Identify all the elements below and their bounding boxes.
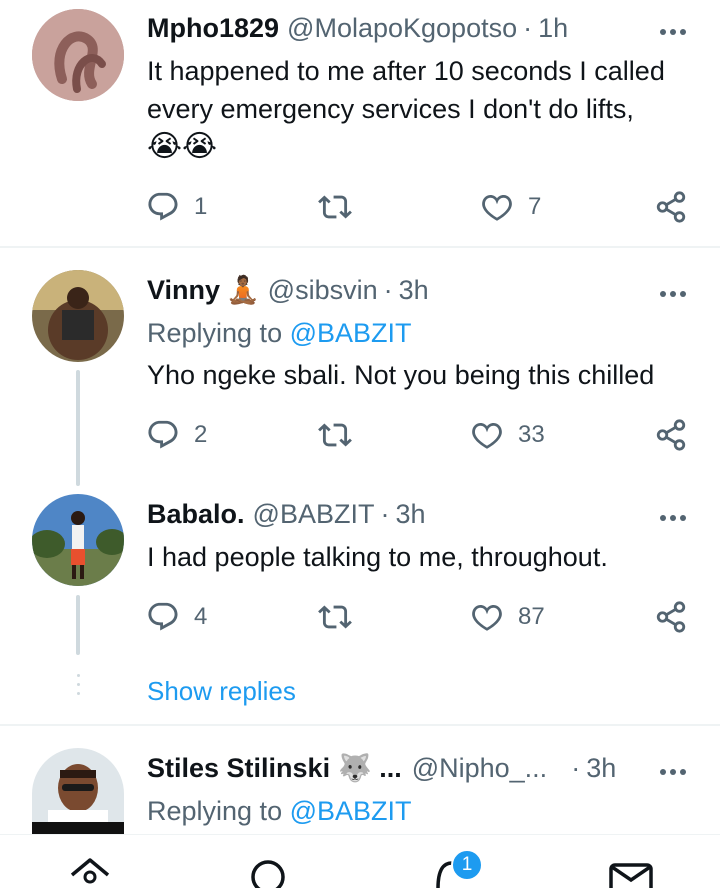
tweet-body: It happened to me after 10 seconds I cal… [147,56,665,124]
separator-dot: · [380,498,390,529]
reply-icon [148,420,178,449]
tweet-body: I had people talking to me, throughout. [147,542,608,572]
reply-icon [148,192,178,221]
notifications-badge: 1 [451,849,483,881]
tweet-text: Yho ngeke sbali. Not you being this chil… [147,356,690,394]
separator-dot: · [383,274,393,305]
like-button[interactable]: 87 [470,597,545,637]
heart-icon [482,194,512,221]
avatar[interactable] [32,494,124,586]
timestamp[interactable]: 3h [395,499,425,530]
tweet-actions: 4 87 [0,597,720,637]
mail-icon[interactable] [608,857,654,888]
timestamp[interactable]: 1h [538,13,568,44]
tweet-header: Babalo. @BABZIT · 3h [147,497,690,531]
retweet-icon [318,605,352,629]
tweet-text: I had people talking to me, throughout. [147,538,690,576]
retweet-button[interactable] [318,415,366,455]
user-handle[interactable]: @BABZIT [253,499,375,530]
like-count: 33 [518,421,545,448]
display-name[interactable]: Vinny [147,275,220,306]
retweet-button[interactable] [318,597,366,637]
display-name[interactable]: Mpho1829 [147,13,279,44]
tweet-actions: 2 33 [0,415,720,455]
home-icon[interactable] [68,857,112,888]
bottom-navigation [0,834,720,888]
reply-count: 2 [194,421,208,448]
replying-to-mention[interactable]: @BABZIT [290,796,412,826]
more-icon[interactable] [656,22,686,40]
avatar[interactable] [32,748,124,834]
retweet-icon [318,195,352,219]
tweet-actions: 1 7 [0,187,720,227]
replying-to-label: Replying to [147,796,283,826]
replying-to-label: Replying to [147,318,283,348]
display-name[interactable]: Stiles Stilinski [147,753,330,784]
retweet-button[interactable] [318,187,366,227]
share-icon [656,191,686,223]
share-icon [656,601,686,633]
heart-icon [472,604,502,631]
reply-button[interactable]: 1 [146,187,207,227]
share-button[interactable] [654,415,688,455]
replying-to: Replying to @BABZIT [147,318,412,349]
share-icon [656,419,686,451]
more-icon[interactable] [656,508,686,526]
thread-continuation-dots [77,674,80,701]
name-emoji: 🐺 ... [338,753,402,783]
avatar[interactable] [32,9,124,101]
separator-dot: · [523,12,533,43]
avatar[interactable] [32,270,124,362]
replying-to-mention[interactable]: @BABZIT [290,318,412,348]
tweet-header: Stiles Stilinski 🐺 ... @Nipho_... · 3h [147,751,690,785]
heart-icon [472,422,502,449]
like-button[interactable]: 33 [470,415,545,455]
separator-dot: · [571,752,581,783]
divider [0,246,720,248]
like-count: 7 [528,193,542,220]
more-icon[interactable] [656,762,686,780]
timestamp[interactable]: 3h [586,753,616,784]
tweet-body: Yho ngeke sbali. Not you being this chil… [147,360,655,390]
display-name[interactable]: Babalo. [147,499,245,530]
tweet-emojis: 😭😭 [147,130,218,163]
tweet-header: Vinny 🧘🏾 @sibsvin · 3h [147,273,690,307]
user-handle[interactable]: @MolapoKgopotso [287,13,517,44]
share-button[interactable] [654,597,688,637]
retweet-icon [318,423,352,447]
more-icon[interactable] [656,284,686,302]
replying-to: Replying to @BABZIT [147,796,412,827]
show-replies-link[interactable]: Show replies [147,676,296,707]
divider [0,724,720,726]
name-emoji: 🧘🏾 [226,275,260,305]
user-handle[interactable]: @sibsvin [268,275,378,306]
tweet-text: It happened to me after 10 seconds I cal… [147,52,690,166]
like-count: 87 [518,603,545,630]
like-button[interactable]: 7 [480,187,541,227]
timestamp[interactable]: 3h [399,275,429,306]
reply-count: 4 [194,603,208,630]
user-handle[interactable]: @Nipho_... [412,753,547,784]
search-icon[interactable] [248,857,292,888]
reply-button[interactable]: 2 [146,415,207,455]
tweet-header: Mpho1829 @MolapoKgopotso · 1h [147,11,690,45]
reply-icon [148,602,178,631]
reply-button[interactable]: 4 [146,597,207,637]
reply-count: 1 [194,193,208,220]
share-button[interactable] [654,187,688,227]
